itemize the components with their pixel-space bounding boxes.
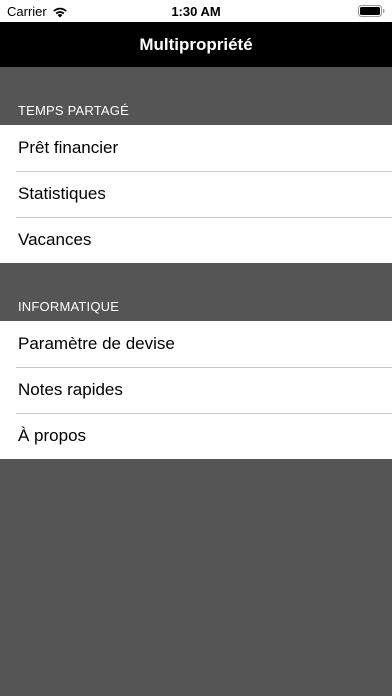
section-header-temps-partage: TEMPS PARTAGÉ	[18, 103, 129, 118]
list-item-label: Notes rapides	[18, 380, 123, 399]
section-header-informatique: INFORMATIQUE	[18, 299, 120, 314]
list-item-label: Statistiques	[18, 184, 106, 203]
section-group-informatique: Paramètre de devise Notes rapides À prop…	[0, 321, 392, 459]
list-item-vacances[interactable]: Vacances	[0, 217, 392, 263]
list-item-label: À propos	[18, 426, 87, 445]
list-item-label: Vacances	[18, 230, 92, 249]
section-group-temps-partage: Prêt financier Statistiques Vacances	[0, 125, 392, 263]
list-item-label: Prêt financier	[18, 138, 119, 157]
battery-icon	[358, 5, 385, 17]
nav-title: Multipropriété	[139, 34, 253, 54]
status-time: 1:30 AM	[171, 4, 221, 19]
list-item-parametre-de-devise[interactable]: Paramètre de devise	[0, 321, 392, 367]
list-item-statistiques[interactable]: Statistiques	[0, 171, 392, 217]
list-item-label: Paramètre de devise	[18, 334, 175, 353]
app-screen: Carrier 1:30 AM Multipropriété TEMPS PAR…	[0, 0, 392, 696]
status-bar: Carrier 1:30 AM	[0, 0, 392, 22]
navigation-bar: Multipropriété	[0, 22, 392, 67]
list-item-notes-rapides[interactable]: Notes rapides	[0, 367, 392, 413]
list-item-pret-financier[interactable]: Prêt financier	[0, 125, 392, 171]
list-item-a-propos[interactable]: À propos	[0, 413, 392, 459]
